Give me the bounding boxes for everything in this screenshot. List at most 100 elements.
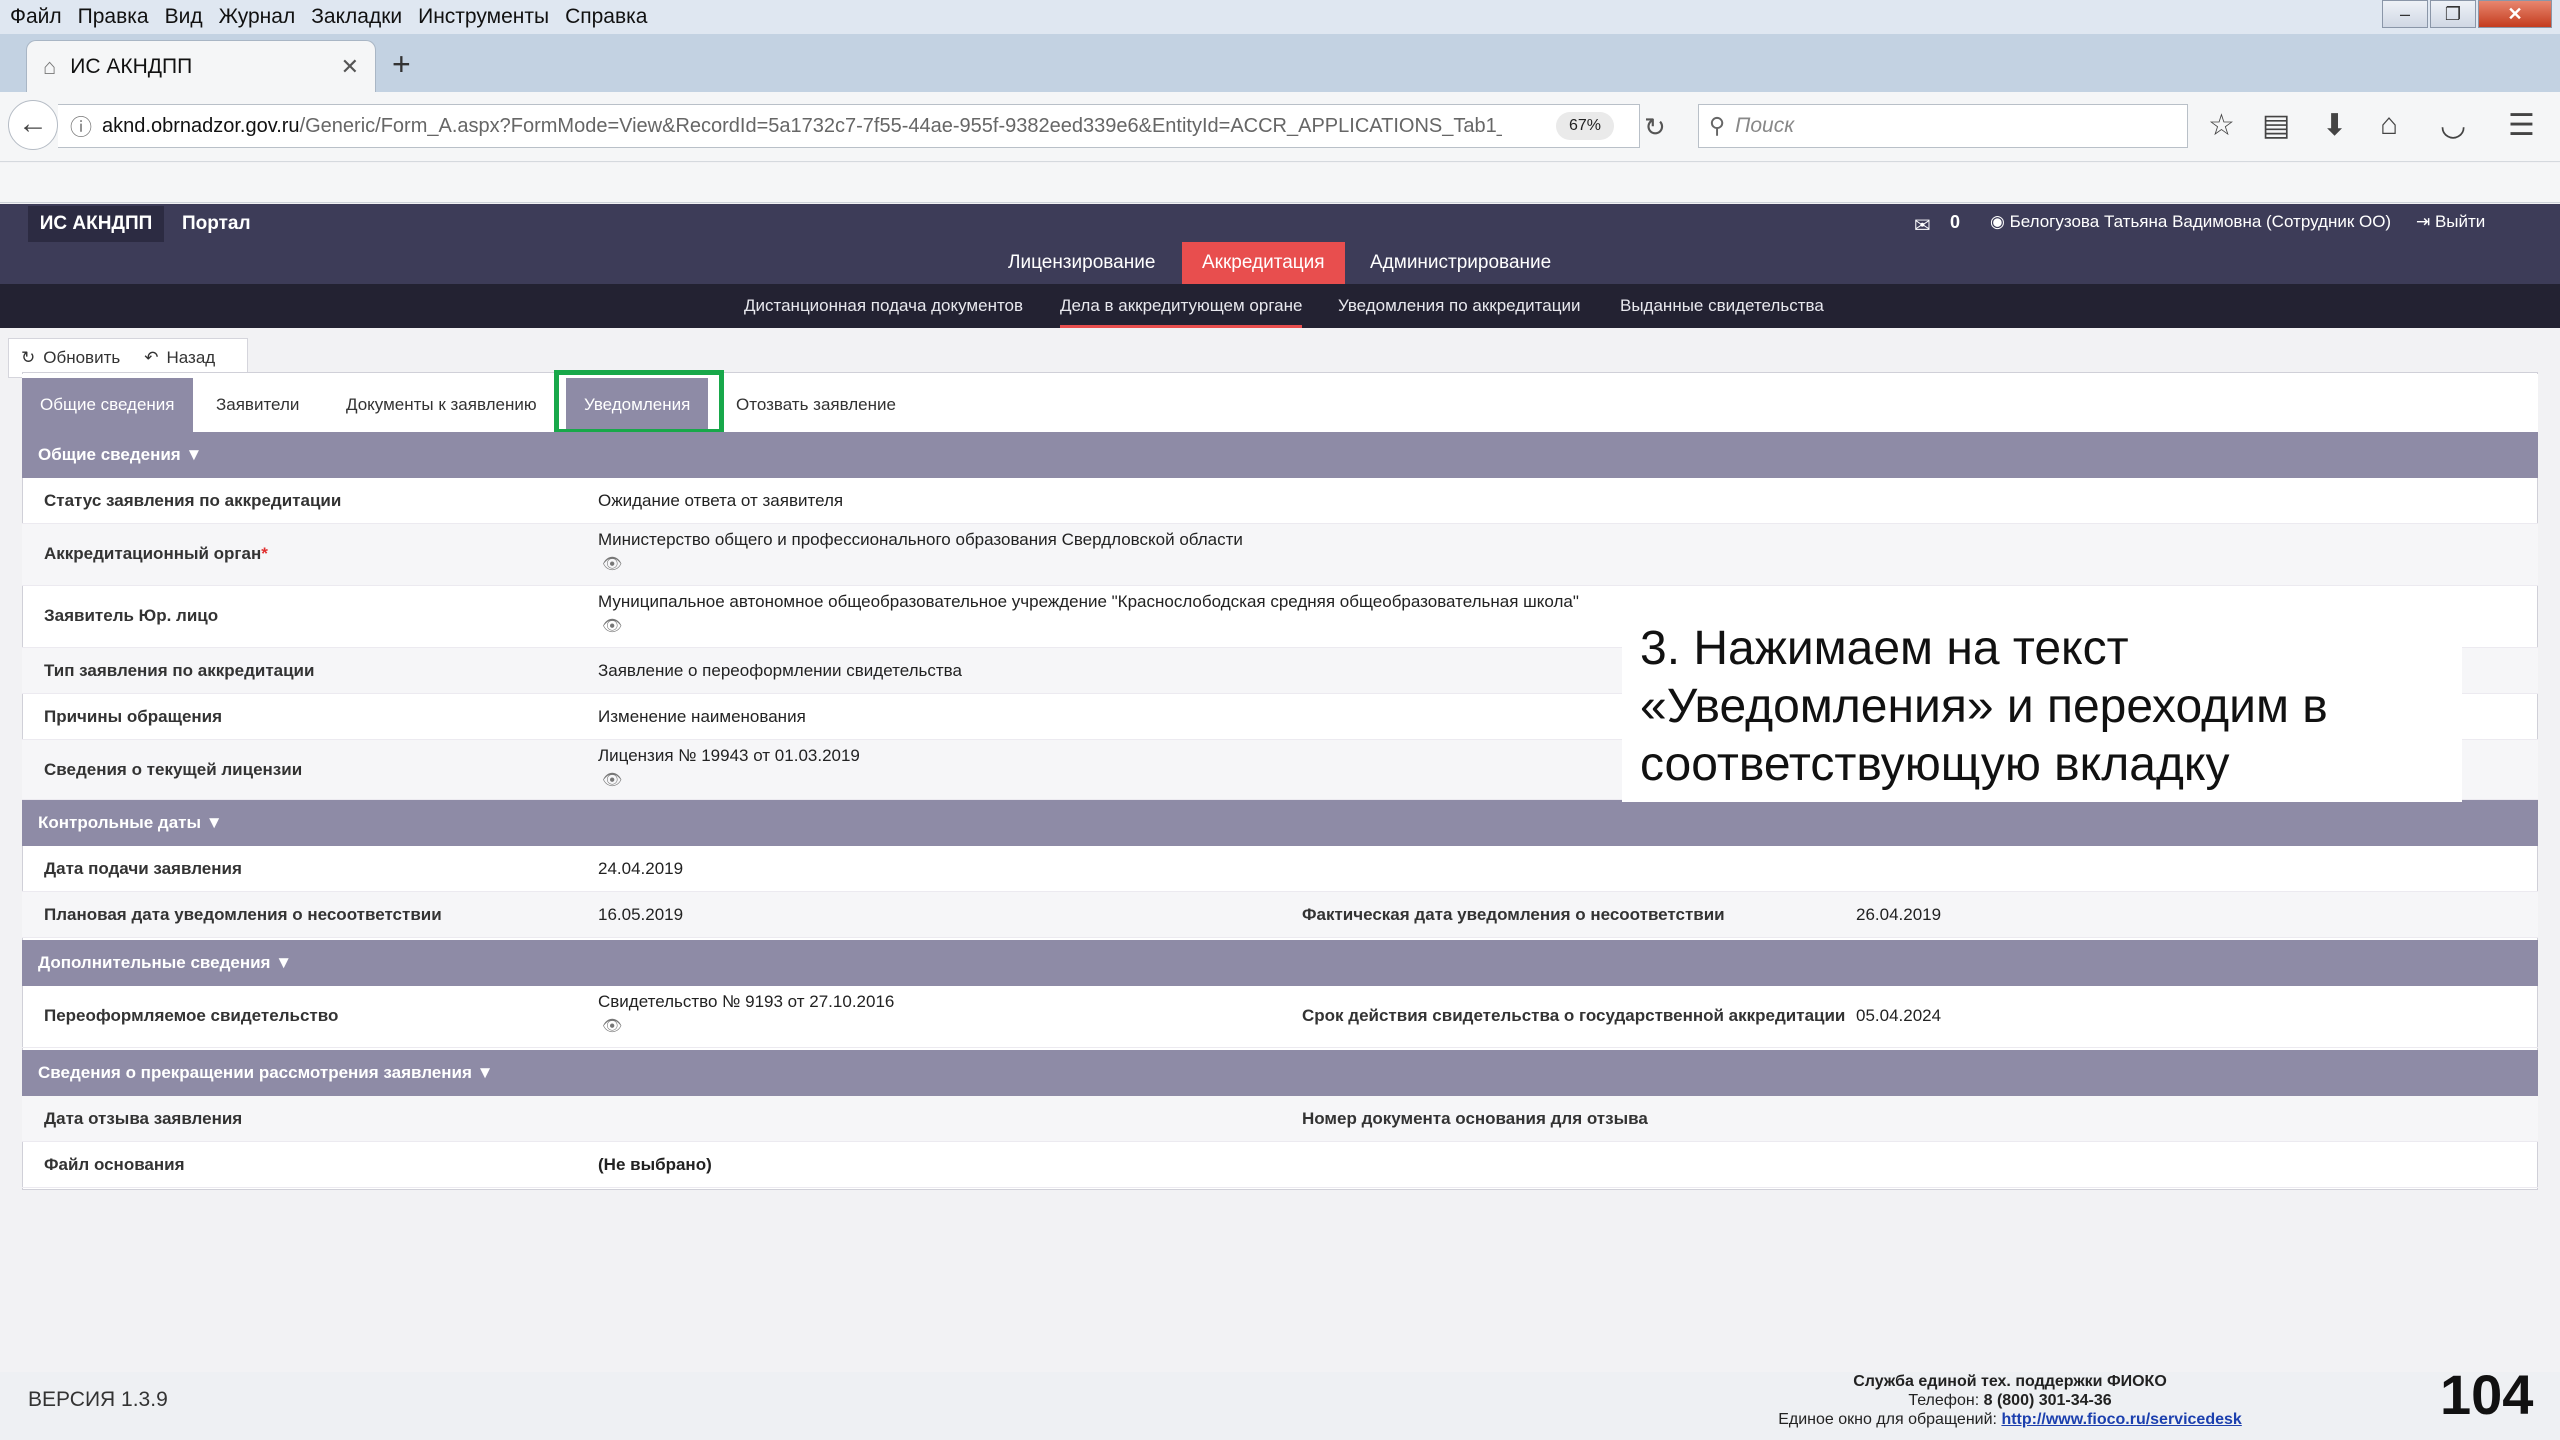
field-label: Срок действия свидетельства о государств…: [1302, 1006, 1846, 1025]
section-termination[interactable]: Сведения о прекращении рассмотрения заяв…: [22, 1050, 2538, 1096]
support-info: Служба единой тех. поддержки ФИОКО Телеф…: [1778, 1373, 2242, 1428]
mail-icon[interactable]: ✉: [1914, 213, 1931, 238]
field-value: 16.05.2019: [598, 905, 684, 924]
zoom-indicator[interactable]: 67%: [1556, 112, 1614, 140]
minimize-button[interactable]: –: [2382, 0, 2428, 28]
eye-icon[interactable]: 👁: [602, 1016, 622, 1036]
field-label: Заявитель Юр. лицо: [44, 606, 219, 625]
close-tab-icon[interactable]: ✕: [341, 54, 359, 80]
browser-tabbar: [0, 34, 2560, 92]
nav-administration[interactable]: Администрирование: [1350, 242, 1571, 284]
browser-tab-title: ИС АКНДПП: [70, 54, 193, 78]
bookmark-star-icon[interactable]: ☆: [2208, 108, 2235, 143]
chevron-down-icon: ▼: [185, 445, 203, 464]
field-label: Тип заявления по аккредитации: [44, 661, 315, 680]
field-value: Свидетельство № 9193 от 27.10.2016: [598, 992, 895, 1011]
search-placeholder: Поиск: [1735, 114, 1795, 137]
address-url[interactable]: aknd.obrnadzor.gov.ru/Generic/Form_A.asp…: [102, 115, 1502, 138]
chevron-down-icon: ▼: [476, 1063, 494, 1082]
field-value: 26.04.2019: [1856, 905, 1942, 924]
refresh-button[interactable]: Обновить: [43, 348, 120, 368]
field-value: Изменение наименования: [598, 707, 806, 726]
field-label: Файл основания: [44, 1155, 185, 1174]
field-value: 05.04.2024: [1856, 1006, 1942, 1025]
eye-icon[interactable]: 👁: [602, 770, 622, 790]
row-status: Статус заявления по аккредитации Ожидани…: [22, 478, 2538, 524]
file-value[interactable]: (Не выбрано): [598, 1155, 712, 1175]
menu-view[interactable]: Вид: [165, 5, 203, 29]
refresh-icon[interactable]: ↻: [21, 348, 35, 368]
menu-history[interactable]: Журнал: [219, 5, 296, 29]
tab-withdraw[interactable]: Отозвать заявление: [718, 378, 914, 432]
tab-applicants[interactable]: Заявители: [198, 378, 317, 432]
search-icon: ⚲: [1709, 113, 1726, 138]
maximize-button[interactable]: ❐: [2430, 0, 2476, 28]
subnav-notifications[interactable]: Уведомления по аккредитации: [1338, 284, 1580, 328]
pocket-icon[interactable]: ◡: [2440, 108, 2466, 143]
user-name[interactable]: ◉ Белогузова Татьяна Вадимовна (Сотрудни…: [1990, 212, 2391, 232]
reload-icon[interactable]: ↻: [1644, 112, 1666, 143]
field-label: Плановая дата уведомления о несоответств…: [44, 905, 442, 924]
notifications-tab-highlight: [554, 370, 724, 434]
field-value: Заявление о переоформлении свидетельства: [598, 661, 962, 680]
field-label: Номер документа основания для отзыва: [1302, 1109, 1648, 1128]
app-version: ВЕРСИЯ 1.3.9: [28, 1388, 168, 1411]
field-label: Статус заявления по аккредитации: [44, 491, 342, 510]
row-certificate: Переоформляемое свидетельство Свидетельс…: [22, 986, 2538, 1048]
app-brand[interactable]: ИС АКНДПП: [28, 206, 164, 242]
bookmarks-bar: [0, 163, 2560, 203]
field-value: Ожидание ответа от заявителя: [598, 491, 844, 510]
field-value: Муниципальное автономное общеобразовател…: [598, 592, 1579, 611]
menu-edit[interactable]: Правка: [78, 5, 149, 29]
section-extra[interactable]: Дополнительные сведения ▼: [22, 940, 2538, 986]
field-label: Переоформляемое свидетельство: [44, 1006, 339, 1025]
portal-link[interactable]: Портал: [182, 206, 251, 242]
user-icon: ◉: [1990, 212, 2010, 231]
nav-licensing[interactable]: Лицензирование: [988, 242, 1175, 284]
back-button[interactable]: Назад: [166, 348, 215, 368]
section-dates[interactable]: Контрольные даты ▼: [22, 800, 2538, 846]
home-icon[interactable]: ⌂: [2380, 108, 2398, 142]
eye-icon[interactable]: 👁: [602, 616, 622, 636]
row-file: Файл основания (Не выбрано): [22, 1142, 2538, 1188]
search-input[interactable]: ⚲ Поиск: [1698, 104, 2188, 148]
menu-help[interactable]: Справка: [565, 5, 647, 29]
subnav-cases[interactable]: Дела в аккредитующем органе: [1060, 284, 1303, 328]
bookmarks-list-icon[interactable]: ▤: [2262, 108, 2290, 143]
back-arrow-icon[interactable]: ←: [8, 100, 58, 150]
menu-file[interactable]: Файл: [10, 5, 62, 29]
logout-button[interactable]: ⇥ Выйти: [2416, 212, 2485, 232]
back-icon[interactable]: ↶: [144, 348, 158, 368]
field-label: Дата отзыва заявления: [44, 1109, 243, 1128]
browser-menubar: Файл Правка Вид Журнал Закладки Инструме…: [0, 0, 2560, 34]
subnav-issued-certificates[interactable]: Выданные свидетельства: [1620, 284, 1824, 328]
menu-tools[interactable]: Инструменты: [418, 5, 549, 29]
field-value: 24.04.2019: [598, 859, 684, 878]
chevron-down-icon: ▼: [205, 813, 223, 832]
tab-documents[interactable]: Документы к заявлению: [328, 378, 555, 432]
new-tab-icon[interactable]: +: [392, 46, 411, 83]
subnav-remote-submission[interactable]: Дистанционная подача документов: [744, 284, 1023, 328]
row-organ: Аккредитационный орган* Министерство общ…: [22, 524, 2538, 586]
callout-line: «Уведомления» и переходим в: [1640, 680, 2328, 733]
address-bar[interactable]: ⓘ aknd.obrnadzor.gov.ru/Generic/Form_A.a…: [58, 104, 1640, 148]
servicedesk-link[interactable]: http://www.fioco.ru/servicedesk: [2001, 1411, 2241, 1428]
field-label: Фактическая дата уведомления о несоответ…: [1302, 905, 1725, 924]
menu-bookmarks[interactable]: Закладки: [311, 5, 402, 29]
download-icon[interactable]: ⬇: [2322, 108, 2347, 143]
callout-line: 3. Нажимаем на текст: [1640, 622, 2129, 675]
tab-general[interactable]: Общие сведения: [22, 378, 193, 432]
info-icon[interactable]: ⓘ: [70, 110, 92, 142]
instruction-callout: 3. Нажимаем на текст «Уведомления» и пер…: [1622, 606, 2462, 802]
row-withdraw: Дата отзыва заявления Номер документа ос…: [22, 1096, 2538, 1142]
eye-icon[interactable]: 👁: [602, 554, 622, 574]
row-submit-date: Дата подачи заявления 24.04.2019: [22, 846, 2538, 892]
field-label: Аккредитационный орган*: [44, 544, 268, 563]
section-general[interactable]: Общие сведения ▼: [22, 432, 2538, 478]
browser-tab[interactable]: ⌂ ИС АКНДПП ✕: [26, 40, 376, 92]
site-favicon-icon: ⌂: [43, 53, 57, 79]
hamburger-menu-icon[interactable]: ☰: [2508, 108, 2535, 143]
logout-icon: ⇥: [2416, 212, 2435, 231]
close-window-button[interactable]: ✕: [2478, 0, 2552, 28]
nav-accreditation[interactable]: Аккредитация: [1182, 242, 1345, 284]
